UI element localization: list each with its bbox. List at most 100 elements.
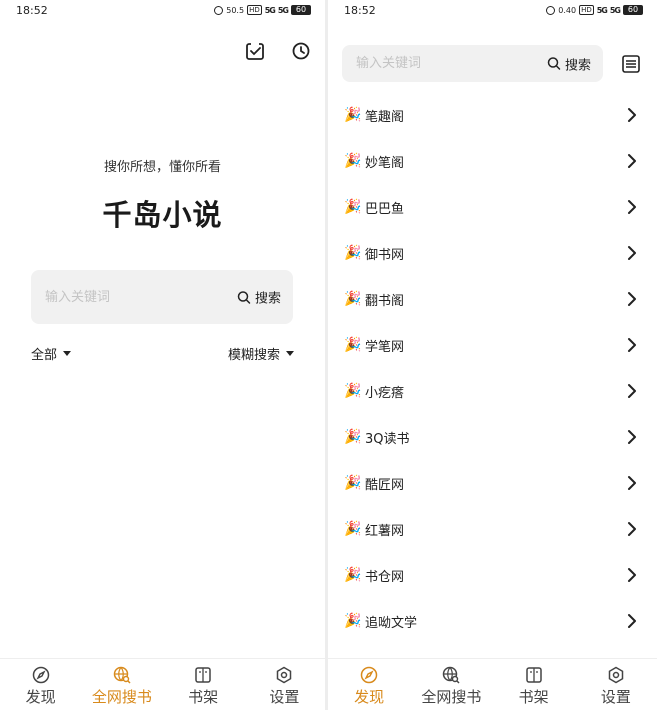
chevron-right-icon: [628, 200, 636, 214]
source-name: 红薯网: [365, 523, 405, 539]
chevron-right-icon: [628, 338, 636, 352]
tab-label: 全网搜书: [91, 688, 152, 706]
source-name: 小疙瘩: [365, 385, 405, 401]
search-button-label: 搜索: [564, 58, 591, 73]
scope-dropdown[interactable]: 全部: [31, 344, 72, 363]
tab-discover[interactable]: 发现: [328, 659, 410, 710]
chevron-right-icon: [628, 292, 636, 306]
tab-discover[interactable]: 发现: [0, 659, 81, 710]
bottom-tabbar: 发现 全网搜书 书架 设置: [328, 658, 657, 710]
source-name: 酷匠网: [365, 477, 405, 493]
source-name: 翻书阁: [365, 293, 405, 309]
tab-label: 设置: [269, 688, 300, 706]
party-popper-icon: 🎉: [344, 567, 362, 583]
status-icons: 50.5 HD 5G 5G 60: [214, 5, 311, 15]
search-button[interactable]: 搜索: [237, 288, 281, 307]
app-title: 千岛小说: [102, 198, 223, 232]
source-list-screen: 18:52 0.40 HD 5G 5G 60 搜索 🎉笔趣阁🎉妙笔阁🎉巴巴鱼🎉御…: [328, 0, 657, 710]
party-popper-icon: 🎉: [344, 153, 362, 169]
source-list-item[interactable]: 🎉 妙笔阁: [328, 138, 657, 184]
tab-global-search[interactable]: 全网搜书: [81, 659, 162, 710]
search-input[interactable]: [45, 270, 203, 324]
party-popper-icon: 🎉: [344, 245, 362, 261]
party-popper-icon: 🎉: [344, 613, 362, 629]
source-name: 笔趣阁: [365, 109, 405, 125]
book-icon: [525, 667, 542, 683]
chevron-right-icon: [628, 154, 636, 168]
list-menu-icon[interactable]: [620, 53, 642, 75]
source-list-item[interactable]: 🎉 3Q读书: [328, 414, 657, 460]
hd-badge: HD: [247, 5, 262, 15]
party-popper-icon: 🎉: [344, 383, 362, 399]
globe-search-icon: [113, 666, 131, 684]
source-list-item[interactable]: 🎉 红薯网: [328, 506, 657, 552]
source-list-item[interactable]: 🎉 翻书阁: [328, 276, 657, 322]
search-mode-dropdown[interactable]: 模糊搜索: [228, 344, 294, 363]
chevron-right-icon: [628, 430, 636, 444]
source-list-item[interactable]: 🎉 巴巴鱼: [328, 184, 657, 230]
source-list-item[interactable]: 🎉 御书网: [328, 230, 657, 276]
source-list-item[interactable]: 🎉 书仓网: [328, 552, 657, 598]
source-list-item[interactable]: 🎉 学笔网: [328, 322, 657, 368]
source-list-item[interactable]: 🎉 笔趣阁: [328, 92, 657, 138]
source-list: 🎉 笔趣阁 🎉 妙笔阁 🎉 巴巴鱼 🎉 御书网 🎉 翻书阁 🎉 学笔网 🎉 小疙瘩 🎉 3Q读书 🎉 酷匠网 🎉 红薯…: [328, 92, 657, 644]
alarm-icon: [546, 5, 556, 15]
search-button-label: 搜索: [254, 291, 281, 307]
battery-icon: 60: [623, 5, 643, 15]
caret-down-icon: [63, 351, 72, 356]
bottom-tabbar: 发现 全网搜书 书架 设置: [0, 658, 325, 710]
source-name: 追呦文学: [365, 615, 418, 631]
status-time: 18:52: [16, 4, 48, 17]
search-box: 搜索: [31, 270, 293, 324]
hd-badge: HD: [579, 5, 594, 15]
status-time: 18:52: [344, 4, 376, 17]
chevron-right-icon: [628, 384, 636, 398]
tab-settings[interactable]: 设置: [575, 659, 657, 710]
gear-icon: [608, 666, 624, 684]
compass-icon: [32, 666, 49, 684]
search-button[interactable]: 搜索: [547, 54, 591, 73]
chevron-right-icon: [628, 476, 636, 490]
chevron-right-icon: [628, 614, 636, 628]
party-popper-icon: 🎉: [344, 429, 362, 445]
history-clock-icon[interactable]: [290, 40, 312, 62]
search-box: 搜索: [342, 45, 603, 82]
signal-5g-2: 5G: [609, 5, 621, 15]
tab-settings[interactable]: 设置: [244, 659, 325, 710]
battery-icon: 60: [291, 5, 311, 15]
book-icon: [195, 667, 211, 683]
status-icons: 0.40 HD 5G 5G 60: [546, 5, 643, 15]
source-name: 学笔网: [365, 339, 405, 355]
tab-bookshelf[interactable]: 书架: [163, 659, 244, 710]
source-list-item[interactable]: 🎉 小疙瘩: [328, 368, 657, 414]
search-home-screen: 18:52 50.5 HD 5G 5G 60 搜你所想，懂你所看 千岛小说 搜索…: [0, 0, 325, 710]
source-name: 妙笔阁: [365, 155, 405, 171]
party-popper-icon: 🎉: [344, 521, 362, 537]
globe-search-icon: [443, 666, 460, 684]
source-list-item[interactable]: 🎉 酷匠网: [328, 460, 657, 506]
alarm-icon: [214, 5, 224, 15]
tab-label: 全网搜书: [421, 688, 482, 706]
tab-bookshelf[interactable]: 书架: [493, 659, 575, 710]
net-speed: 0.40: [558, 5, 577, 15]
gear-icon: [277, 666, 292, 684]
compass-icon: [360, 666, 378, 684]
party-popper-icon: 🎉: [344, 107, 362, 123]
signal-5g-1: 5G: [596, 5, 608, 15]
status-bar: 18:52 0.40 HD 5G 5G 60: [328, 0, 657, 22]
tab-label: 书架: [518, 688, 549, 706]
chevron-right-icon: [628, 568, 636, 582]
source-name: 御书网: [365, 247, 405, 263]
caret-down-icon: [286, 351, 294, 356]
search-icon: [547, 57, 561, 70]
source-name: 书仓网: [365, 569, 405, 585]
signal-5g-1: 5G: [264, 5, 276, 15]
source-list-item[interactable]: 🎉 追呦文学: [328, 598, 657, 644]
net-speed: 50.5: [226, 5, 245, 15]
chevron-right-icon: [628, 246, 636, 260]
download-check-icon[interactable]: [244, 40, 266, 62]
search-input[interactable]: [356, 45, 513, 82]
tab-global-search[interactable]: 全网搜书: [410, 659, 492, 710]
tab-label: 发现: [354, 688, 385, 706]
party-popper-icon: 🎉: [344, 337, 362, 353]
